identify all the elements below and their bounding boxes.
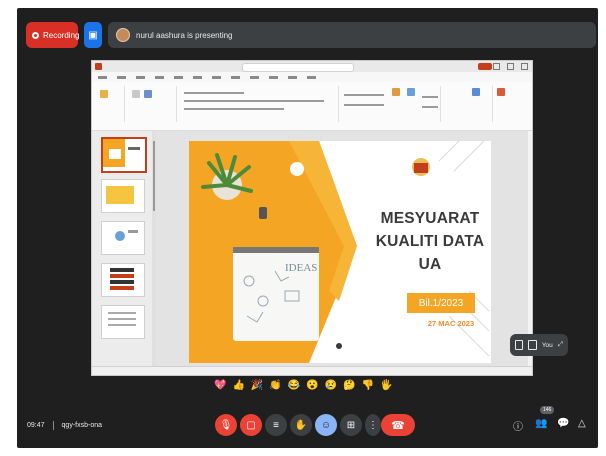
slide-thumbnail [101,221,145,255]
slide-editor: IDEAS MESYUARAT KUALITI DATA UA Bil.1/20… [156,131,528,367]
slide-thumbnail [101,179,145,213]
slide-title-line-3: UA [418,256,442,273]
reaction-surprised[interactable]: 😮 [306,378,318,394]
activities-icon[interactable]: △ [578,418,586,429]
reaction-laugh[interactable]: 😂 [288,378,300,394]
slide-title-line-1: MESYUARAT [380,210,480,227]
self-view-icon [515,340,524,350]
slide-title-line-2: KUALITI DATA [375,233,485,250]
more-options-button[interactable]: ⋮ [365,414,381,436]
presenter-text: nurul aashura is presenting [136,30,233,40]
presenter-banner[interactable]: nurul aashura is presenting [108,22,596,48]
people-icon[interactable]: 👥 [535,418,547,429]
svg-text:IDEAS: IDEAS [285,262,317,274]
reactions-button[interactable]: ☺ [315,414,337,436]
slide-thumbnail [101,263,145,297]
app-search-box [242,63,354,72]
window-controls [493,63,528,70]
app-menubar [92,72,532,82]
presenter-avatar [116,28,130,42]
participants-count-badge: 146 [540,406,555,414]
reaction-thumbs-down[interactable]: 👎 [362,378,374,394]
reaction-sad[interactable]: 😢 [325,378,337,394]
clock-time: 09:47 [27,422,45,429]
meet-window: Recording ▣ nurul aashura is presenting [17,8,598,448]
divider [52,421,54,430]
reaction-party[interactable]: 🎉 [251,378,263,394]
slide-meeting-number: Bil.1/2023 [407,293,475,313]
record-icon [32,31,39,39]
chat-icon[interactable]: 💬 [557,418,569,429]
app-share-button [478,63,492,70]
end-call-button[interactable]: ☎ [381,414,415,436]
recording-label: Recording [43,30,80,40]
slide-thumbnail [101,305,145,339]
reaction-thinking[interactable]: 🤔 [343,378,355,394]
app-titlebar [92,61,532,72]
reaction-heart[interactable]: 💖 [214,378,226,394]
slide-date: 27 MAC 2023 [427,319,475,328]
reaction-clap[interactable]: 👏 [269,378,281,394]
slide-thumbnails [92,131,153,367]
raise-hand-button[interactable]: ✋ [290,414,312,436]
meeting-code: qgy-fxsb-ona [61,422,102,429]
self-view-label: You [541,341,553,349]
layout-icon [528,340,537,350]
self-view-mini-control[interactable]: You ⤢ [510,334,568,356]
reaction-bar: 💖 👍 🎉 👏 😂 😮 😢 🤔 👎 🖐 [214,378,393,394]
present-button[interactable]: ⊞ [340,414,362,436]
slide-thumbnail [101,137,147,173]
recording-indicator[interactable]: Recording [26,22,80,48]
slide-canvas: IDEAS MESYUARAT KUALITI DATA UA Bil.1/20… [189,141,491,363]
camera-off-button[interactable]: ▢ [240,414,262,436]
app-statusbar [92,366,532,375]
expand-icon[interactable]: ⤢ [558,341,563,349]
reaction-raise-hand[interactable]: 🖐 [380,378,392,394]
shared-screen: IDEAS MESYUARAT KUALITI DATA UA Bil.1/20… [91,60,533,376]
slide-title: MESYUARAT KUALITI DATA UA [367,207,491,276]
reaction-thumbs-up[interactable]: 👍 [232,378,244,394]
app-ribbon [92,82,532,131]
presentation-icon[interactable]: ▣ [84,22,102,48]
captions-button[interactable]: ≡ [265,414,287,436]
meeting-info: 09:47 qgy-fxsb-ona [27,421,102,430]
powerpoint-logo-icon [95,63,102,70]
microphone-off-button[interactable]: 🎙 [215,414,237,436]
meeting-details-icon[interactable]: ⓘ [513,418,523,433]
